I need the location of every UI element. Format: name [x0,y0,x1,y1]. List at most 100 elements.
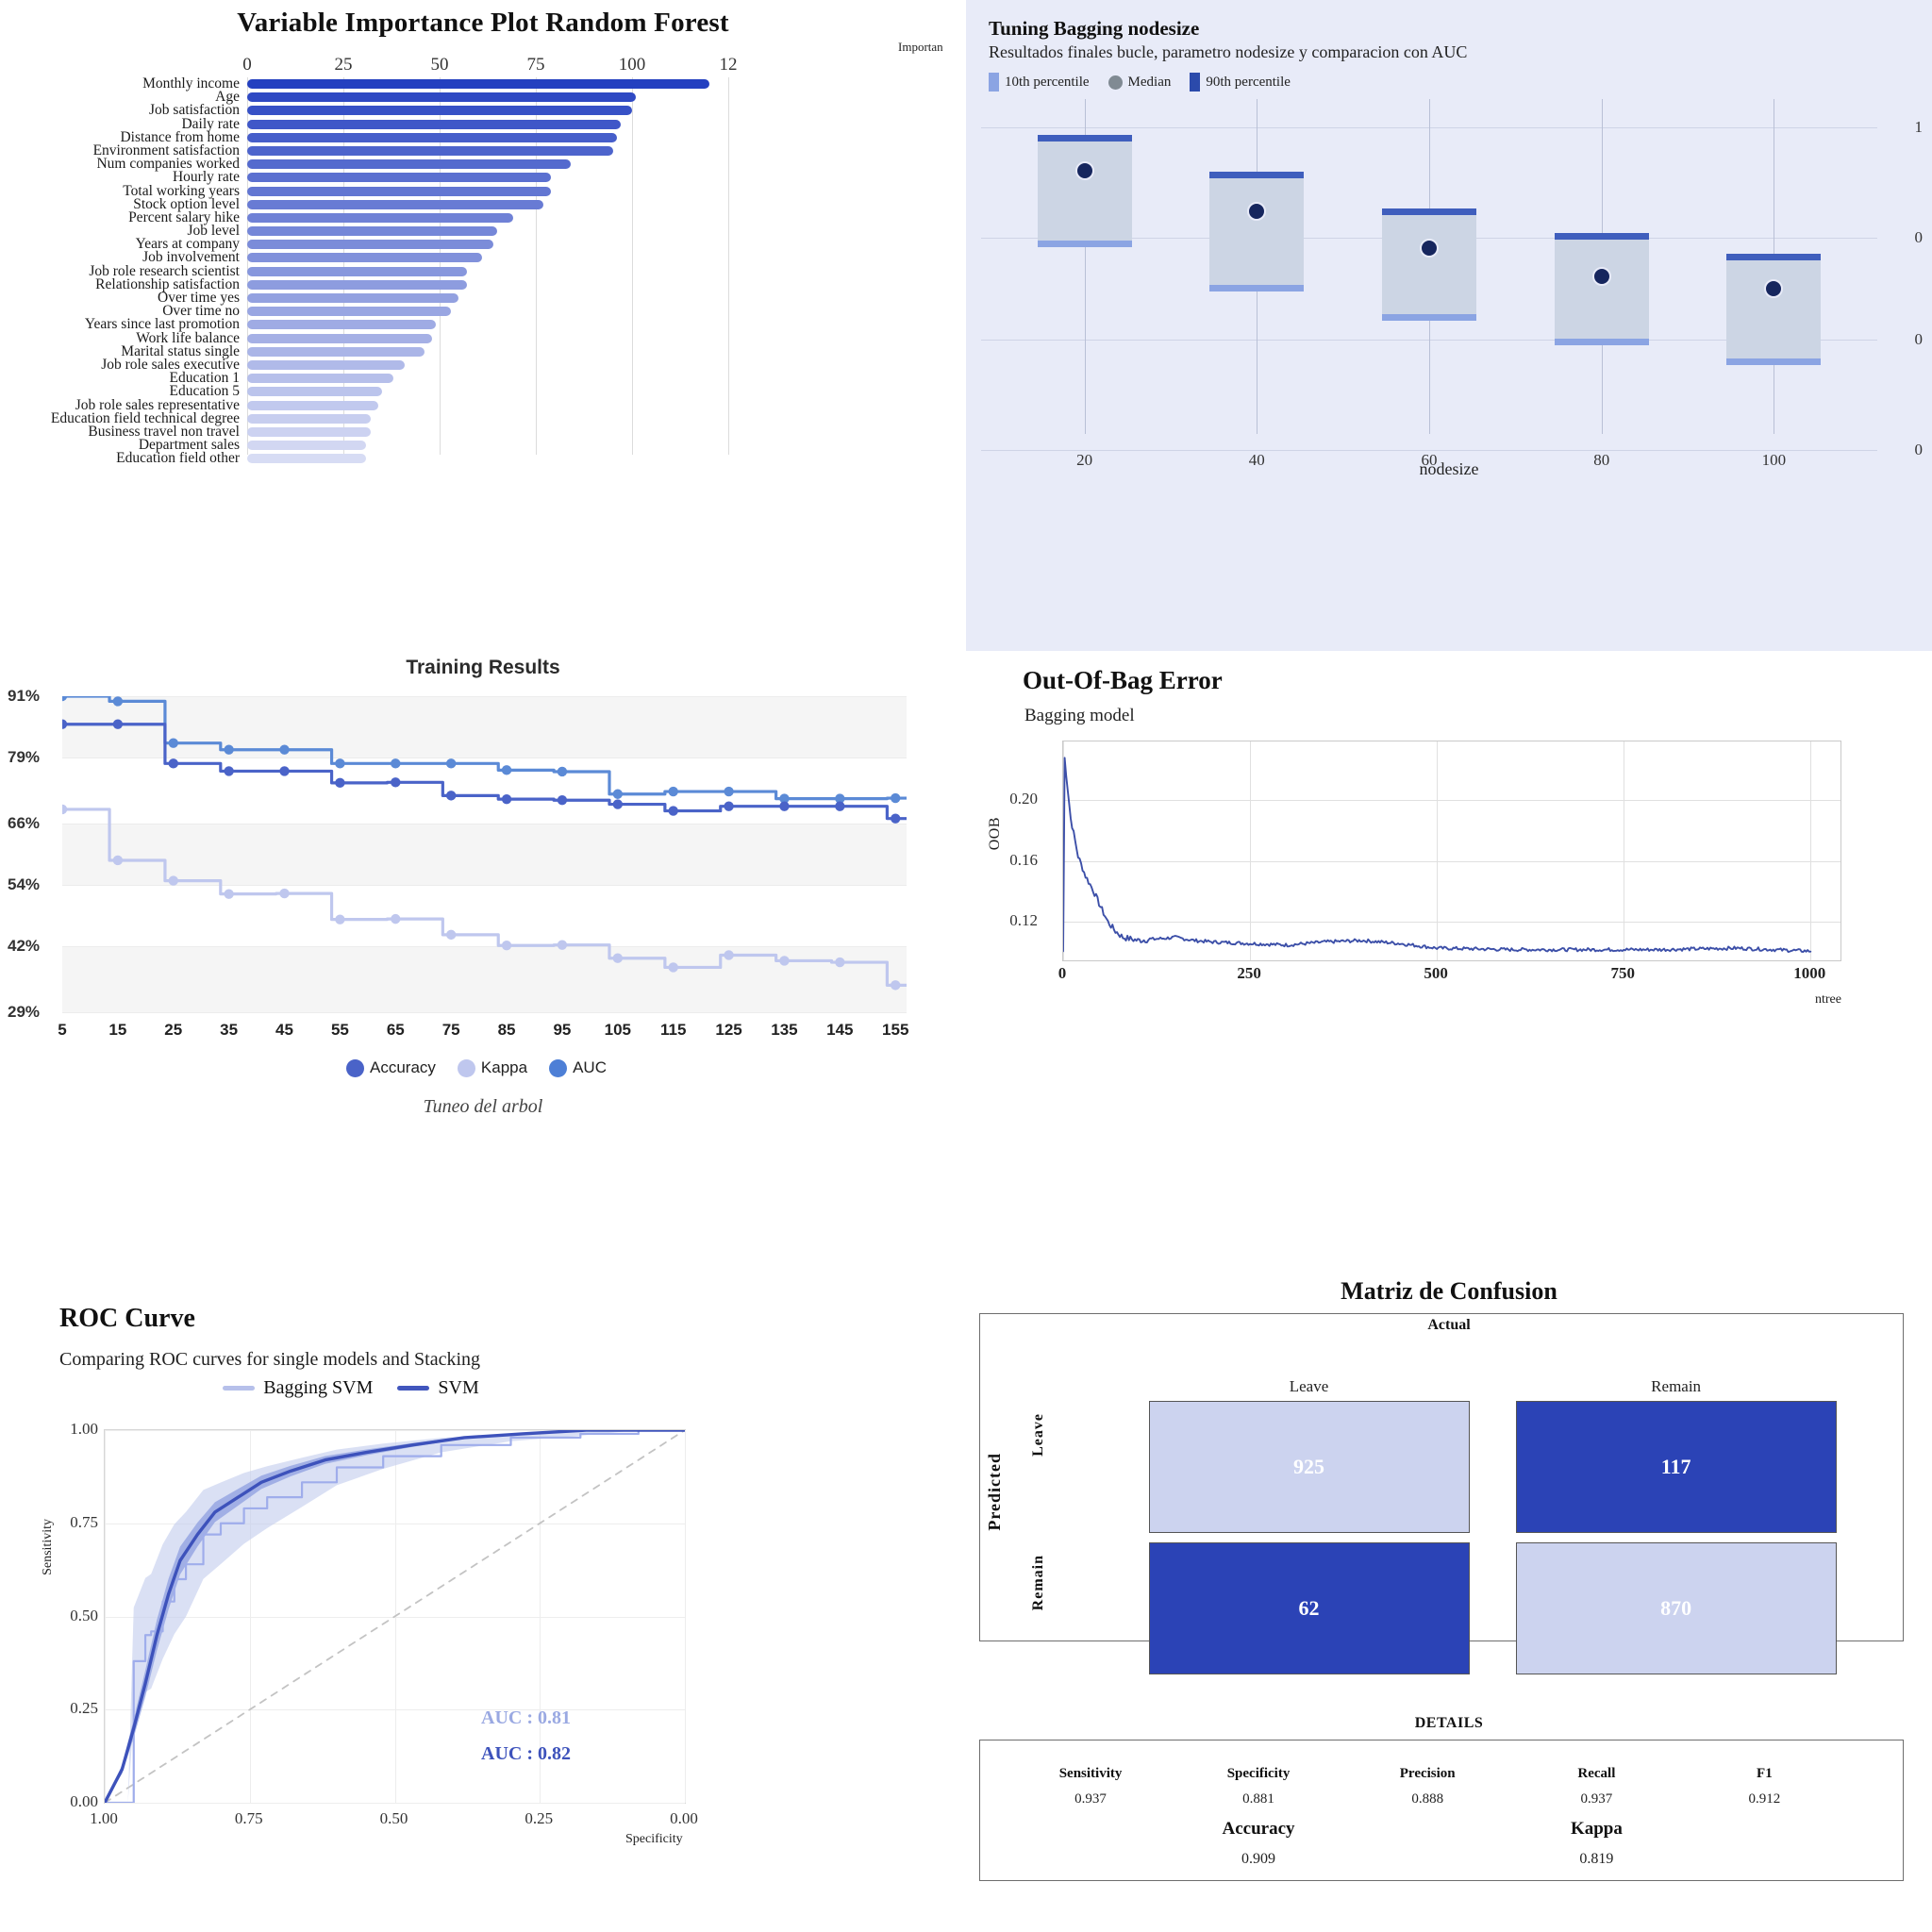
details-metric-value-3: 0.937 [1580,1791,1613,1807]
training-x-tick-9: 95 [553,1021,572,1039]
importance-x-tick-4: 100 [618,55,646,75]
tuning-p10-cap-4 [1726,358,1822,366]
training-legend-label-2: AUC [573,1058,607,1076]
training-point [62,804,68,815]
tuning-box-3 [1554,236,1649,342]
importance-bar [247,279,467,290]
tuning-p10-cap-3 [1554,338,1649,345]
details-metric-accuracy: Accuracy 0.909 [1223,1819,1295,1868]
roc-y-axis-title: Sensitivity [41,1519,55,1575]
median-circle-icon [1108,75,1123,90]
importance-bar [247,79,709,89]
confusion-matrix-panel: Matriz de Confusion Actual Predicted Lea… [966,1274,1932,1707]
importance-row: Percent salary hike [0,210,966,225]
training-point [62,696,68,702]
training-point [62,719,68,729]
roc-subtitle: Comparing ROC curves for single models a… [59,1349,481,1370]
importance-bar [247,426,371,437]
oob-title: Out-Of-Bag Error [1023,666,1223,694]
importance-row: Age [0,90,966,105]
training-point [391,777,401,788]
training-point [335,777,345,789]
oob-y-tick-0: 0.20 [1009,789,1038,808]
details-big-value-0: 0.909 [1241,1851,1276,1867]
importance-bar [247,359,406,370]
importance-row: Job satisfaction [0,103,966,118]
tuning-y-tick-1: 0 [1914,228,1924,247]
training-point [501,941,512,951]
oob-x-tick-4: 1000 [1793,964,1826,982]
confusion-cell-1-1: 870 [1515,1542,1837,1674]
tuning-p10-cap-2 [1382,313,1476,321]
importance-bar [247,320,436,330]
training-y-tick-0: 91% [8,687,41,705]
roc-legend-line-icon [397,1386,430,1391]
training-point [168,758,178,769]
tuning-p90-cap-1 [1209,172,1305,179]
details-metric-recall: Recall 0.937 [1577,1766,1615,1807]
training-y-tick-3: 54% [8,874,41,893]
training-x-tick-15: 155 [882,1021,909,1039]
training-point [279,766,290,776]
training-plot-area [62,696,907,1013]
details-frame [979,1740,1904,1881]
training-legend-label-1: Kappa [480,1058,528,1076]
training-point [279,888,290,899]
training-point [112,696,124,707]
importance-label: Education field other [116,450,240,467]
roc-hgrid-4 [105,1803,685,1804]
importance-axis-title: Importan [898,40,943,54]
roc-curve-panel: ROC Curve Comparing ROC curves for singl… [0,1274,966,1932]
roc-legend-label-1: SVM [438,1377,479,1398]
training-point [891,792,901,804]
training-point [724,950,734,960]
tuning-box-0 [1037,138,1132,244]
oob-x-axis-title: ntree [1815,992,1841,1007]
importance-bar [247,266,467,276]
training-y-tick-2: 66% [8,814,41,833]
training-point [168,738,178,748]
confusion-col-header-1: Remain [1651,1377,1702,1395]
training-x-tick-8: 85 [497,1021,516,1039]
training-point [391,758,401,769]
training-caption: Tuneo del arbol [423,1096,543,1117]
details-metric-name-0: Sensitivity [1058,1766,1123,1781]
roc-legend-item-1: SVM [397,1377,479,1399]
training-point [224,766,234,776]
training-point [891,813,901,824]
importance-label: Monthly income [142,75,240,92]
training-point [501,793,512,805]
training-point [279,744,290,755]
details-metric-name-2: Precision [1399,1766,1456,1781]
importance-bar [247,454,367,464]
details-panel: DETAILS Sensitivity 0.937 Specificity 0.881… [966,1707,1932,1932]
training-x-tick-7: 75 [441,1021,460,1039]
roc-curve-svg [105,1430,685,1803]
importance-row: Job role sales executive [0,358,966,372]
series-dot-icon [457,1058,475,1077]
details-big-name-0: Accuracy [1222,1819,1295,1839]
importance-bar [247,186,552,196]
roc-legend-label-0: Bagging SVM [263,1377,374,1398]
tuning-y-tick-3: 0 [1914,441,1924,459]
importance-bar [247,119,621,129]
training-legend-label-0: Accuracy [370,1058,436,1076]
tuning-median-dot-0 [1074,160,1094,180]
training-x-tick-2: 25 [164,1021,183,1039]
tuning-y-tick-2: 0 [1914,330,1924,349]
details-metric-specificity: Specificity 0.881 [1227,1766,1291,1807]
importance-row: Education field other [0,450,966,467]
training-point [668,786,678,797]
training-point [668,806,678,816]
tuning-x-axis-title: nodesize [1419,459,1479,478]
confusion-row-header-0: Leave [1030,1413,1046,1457]
roc-legend: Bagging SVM SVM [0,1377,717,1399]
details-metric-value-4: 0.912 [1748,1791,1781,1807]
training-point [445,791,457,801]
importance-bar [247,253,482,263]
importance-plot-area: Monthly income Age Job satisfaction Daily r… [0,75,966,466]
importance-x-tick-2: 50 [430,55,449,75]
importance-bar [247,307,452,317]
importance-bar [247,226,498,237]
oob-y-tick-2: 0.12 [1009,911,1038,930]
